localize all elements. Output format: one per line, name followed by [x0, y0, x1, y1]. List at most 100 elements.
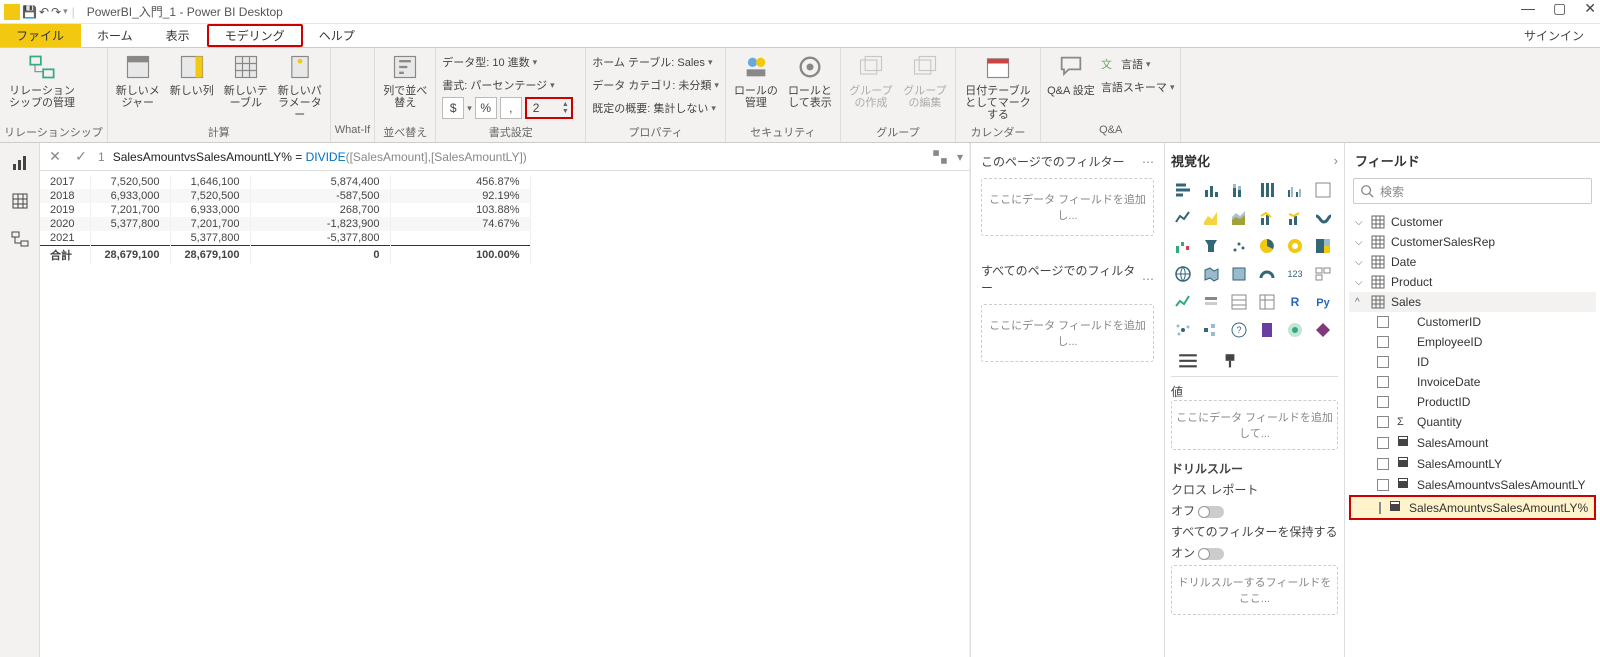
viz-arcgis[interactable]: [1283, 318, 1307, 342]
page-filter-well[interactable]: ここにデータ フィールドを追加し...: [981, 178, 1154, 236]
all-pages-filter-well[interactable]: ここにデータ フィールドを追加し...: [981, 304, 1154, 362]
field-node[interactable]: InvoiceDate: [1349, 372, 1596, 392]
report-view-icon[interactable]: [10, 153, 30, 173]
field-node[interactable]: ID: [1349, 352, 1596, 372]
view-as-role-button[interactable]: ロールとして表示: [786, 52, 834, 109]
default-summary-dropdown[interactable]: 既定の概要: 集計しない: [592, 98, 719, 118]
formula-expand-icon[interactable]: [931, 148, 949, 166]
sort-by-column-button[interactable]: 列で並べ替え: [381, 52, 429, 109]
viz-kpi[interactable]: [1171, 290, 1195, 314]
viz-r-visual[interactable]: R: [1283, 290, 1307, 314]
table-node[interactable]: ⌵Product: [1349, 272, 1596, 292]
viz-filled-map[interactable]: [1199, 262, 1223, 286]
field-node[interactable]: SalesAmount: [1349, 432, 1596, 453]
tab-help[interactable]: ヘルプ: [303, 24, 372, 47]
qat-redo-icon[interactable]: ↷: [51, 5, 61, 19]
table-node[interactable]: ⌵CustomerSalesRep: [1349, 232, 1596, 252]
minimize-button[interactable]: —: [1521, 0, 1535, 17]
more-icon[interactable]: ⋯: [1142, 272, 1154, 286]
field-node[interactable]: EmployeeID: [1349, 332, 1596, 352]
viz-shape-map[interactable]: [1227, 262, 1251, 286]
cross-report-toggle[interactable]: [1198, 506, 1224, 518]
viz-column[interactable]: [1311, 178, 1335, 202]
viz-scatter[interactable]: [1227, 234, 1251, 258]
table-row[interactable]: 20186,933,0007,520,500-587,50092.19%: [40, 189, 530, 203]
cancel-formula-icon[interactable]: ✕: [46, 148, 64, 165]
language-dropdown[interactable]: 文 言語: [1101, 54, 1175, 74]
field-node[interactable]: SalesAmountvsSalesAmountLY%: [1349, 495, 1596, 520]
viz-pie[interactable]: [1255, 234, 1279, 258]
viz-area[interactable]: [1199, 206, 1223, 230]
viz-bar-clust[interactable]: [1283, 178, 1307, 202]
viz-bar-v[interactable]: [1199, 178, 1223, 202]
viz-decomp[interactable]: [1199, 318, 1223, 342]
viz-card[interactable]: 123: [1283, 262, 1307, 286]
viz-ribbon[interactable]: [1311, 206, 1335, 230]
qat-undo-icon[interactable]: ↶: [39, 5, 49, 19]
formula-text[interactable]: SalesAmountvsSalesAmountLY% = DIVIDE([Sa…: [113, 150, 923, 164]
model-view-icon[interactable]: [10, 229, 30, 249]
table-node[interactable]: ⌵Date: [1349, 252, 1596, 272]
percent-button[interactable]: %: [475, 97, 497, 119]
manage-relationships-button[interactable]: リレーションシップの管理: [6, 52, 78, 109]
viz-bar-100[interactable]: [1255, 178, 1279, 202]
data-category-dropdown[interactable]: データ カテゴリ: 未分類: [592, 75, 719, 95]
field-node[interactable]: ΣQuantity: [1349, 412, 1596, 432]
viz-table[interactable]: [1227, 290, 1251, 314]
viz-powerapps[interactable]: [1311, 318, 1335, 342]
datatype-dropdown[interactable]: データ型: 10 進数: [442, 52, 573, 72]
fields-tab-icon[interactable]: [1177, 352, 1199, 370]
viz-line[interactable]: [1171, 206, 1195, 230]
linguistic-schema-dropdown[interactable]: 言語スキーマ: [1101, 77, 1175, 97]
more-icon[interactable]: ⋯: [1142, 155, 1154, 169]
viz-py-visual[interactable]: Py: [1311, 290, 1335, 314]
viz-qna[interactable]: ?: [1227, 318, 1251, 342]
qa-settings-button[interactable]: Q&A 設定: [1047, 52, 1095, 97]
mark-date-table-button[interactable]: 日付テーブルとしてマークする: [962, 52, 1034, 121]
viz-matrix[interactable]: [1255, 290, 1279, 314]
new-table-button[interactable]: 新しいテーブル: [222, 52, 270, 109]
drillthrough-well[interactable]: ドリルスルーするフィールドをここ...: [1171, 565, 1338, 615]
viz-donut[interactable]: [1283, 234, 1307, 258]
format-dropdown[interactable]: 書式: パーセンテージ: [442, 75, 573, 95]
formula-bar[interactable]: ✕ ✓ 1 SalesAmountvsSalesAmountLY% = DIVI…: [40, 143, 969, 171]
maximize-button[interactable]: ▢: [1553, 0, 1566, 17]
field-node[interactable]: ProductID: [1349, 392, 1596, 412]
qat-save-icon[interactable]: 💾: [22, 5, 37, 19]
comma-button[interactable]: ,: [500, 97, 522, 119]
field-node[interactable]: SalesAmountLY: [1349, 453, 1596, 474]
tab-modeling[interactable]: モデリング: [207, 24, 303, 47]
currency-button[interactable]: $: [442, 97, 464, 119]
viz-key-influencer[interactable]: [1171, 318, 1195, 342]
tab-home[interactable]: ホーム: [81, 24, 150, 47]
table-row[interactable]: 20177,520,5001,646,1005,874,400456.87%: [40, 175, 530, 189]
new-measure-button[interactable]: 新しいメジャー: [114, 52, 162, 109]
values-well[interactable]: ここにデータ フィールドを追加して...: [1171, 400, 1338, 450]
tab-file[interactable]: ファイル: [0, 24, 81, 47]
home-table-dropdown[interactable]: ホーム テーブル: Sales: [592, 52, 719, 72]
viz-map[interactable]: [1171, 262, 1195, 286]
field-node[interactable]: SalesAmountvsSalesAmountLY: [1349, 474, 1596, 495]
signin-link[interactable]: サインイン: [1508, 24, 1600, 47]
viz-slicer[interactable]: [1199, 290, 1223, 314]
decimal-places-input[interactable]: 2 ▲▼: [525, 97, 573, 119]
viz-gauge[interactable]: [1255, 262, 1279, 286]
viz-area-stack[interactable]: [1227, 206, 1251, 230]
viz-treemap[interactable]: [1311, 234, 1335, 258]
fields-search-input[interactable]: 検索: [1353, 178, 1592, 204]
viz-funnel[interactable]: [1199, 234, 1223, 258]
viz-waterfall[interactable]: [1171, 234, 1195, 258]
new-column-button[interactable]: 新しい列: [168, 52, 216, 97]
viz-line-col2[interactable]: [1283, 206, 1307, 230]
format-tab-icon[interactable]: [1219, 352, 1241, 370]
viz-bar-h[interactable]: [1171, 178, 1195, 202]
data-view-icon[interactable]: [10, 191, 30, 211]
keep-filters-toggle[interactable]: [1198, 548, 1224, 560]
table-row[interactable]: 20197,201,7006,933,000268,700103.88%: [40, 203, 530, 217]
table-row[interactable]: 20205,377,8007,201,700-1,823,90074.67%: [40, 217, 530, 231]
commit-formula-icon[interactable]: ✓: [72, 148, 90, 165]
viz-paginated[interactable]: [1255, 318, 1279, 342]
table-node[interactable]: ⌵Customer: [1349, 212, 1596, 232]
close-button[interactable]: ✕: [1584, 0, 1596, 17]
table-row[interactable]: 20215,377,800-5,377,800: [40, 231, 530, 246]
